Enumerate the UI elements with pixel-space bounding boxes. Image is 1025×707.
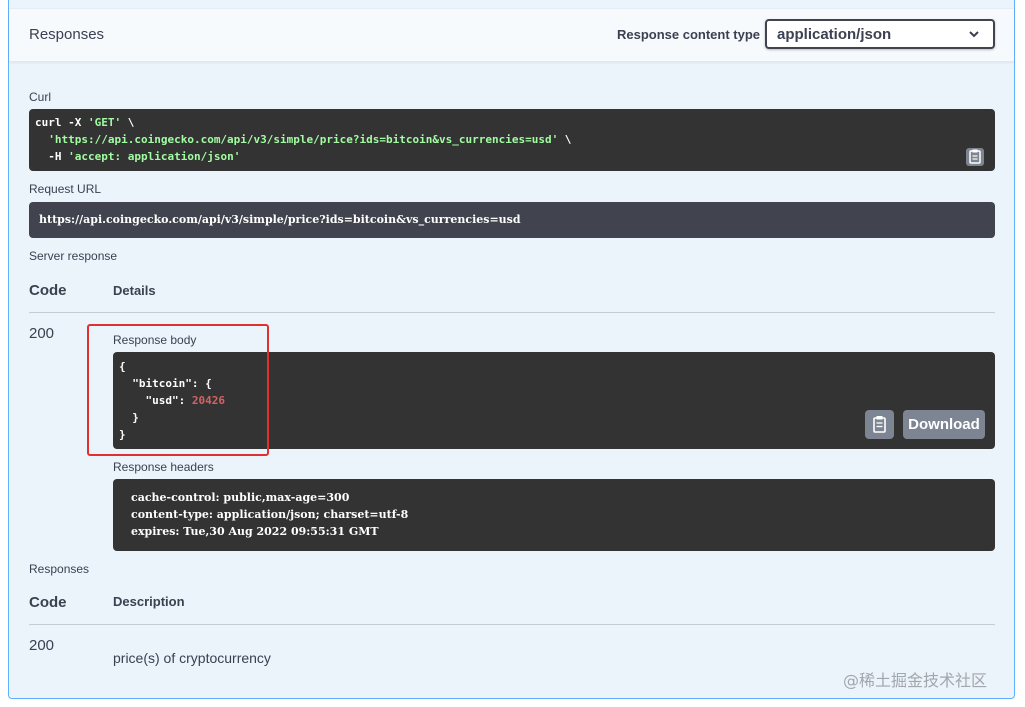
server-response-label: Server response bbox=[29, 249, 118, 263]
divider bbox=[29, 624, 995, 625]
request-url-label: Request URL bbox=[29, 182, 102, 196]
curl-line: -H 'accept: application/json' bbox=[35, 150, 241, 163]
header-line: expires: Tue,30 Aug 2022 09:55:31 GMT bbox=[131, 525, 379, 538]
col-description-header: Description bbox=[113, 594, 185, 609]
response-code: 200 bbox=[29, 325, 55, 342]
content-type-label: Response content type bbox=[617, 27, 761, 42]
curl-line: curl -X 'GET' \ bbox=[35, 116, 135, 129]
clipboard-icon bbox=[969, 149, 981, 164]
divider bbox=[29, 312, 995, 313]
copy-body-button[interactable] bbox=[865, 410, 894, 439]
curl-line: 'https://api.coingecko.com/api/v3/simple… bbox=[48, 133, 572, 146]
content-type-value: application/json bbox=[777, 26, 892, 43]
col-code-header: Code bbox=[29, 594, 67, 611]
download-button[interactable]: Download bbox=[903, 410, 985, 439]
responses-code: 200 bbox=[29, 637, 55, 654]
highlight-box bbox=[87, 324, 269, 456]
copy-curl-button[interactable] bbox=[966, 148, 984, 166]
responses-title: Responses bbox=[29, 26, 105, 43]
col-details-header: Details bbox=[113, 283, 156, 298]
responses-label: Responses bbox=[29, 562, 90, 576]
request-url-value: https://api.coingecko.com/api/v3/simple/… bbox=[39, 213, 521, 226]
responses-header: Responses Response content type applicat… bbox=[9, 8, 1014, 62]
response-headers-block: cache-control: public,max-age=300 conten… bbox=[113, 479, 995, 551]
header-line: cache-control: public,max-age=300 bbox=[131, 491, 350, 504]
header-line: content-type: application/json; charset=… bbox=[131, 508, 409, 521]
curl-code-block: curl -X 'GET' \ 'https://api.coingecko.c… bbox=[29, 109, 995, 171]
request-url-block: https://api.coingecko.com/api/v3/simple/… bbox=[29, 202, 995, 238]
responses-description: price(s) of cryptocurrency bbox=[113, 650, 271, 666]
clipboard-icon bbox=[873, 416, 886, 433]
chevron-down-icon bbox=[969, 31, 979, 38]
curl-label: Curl bbox=[29, 90, 52, 104]
response-headers-label: Response headers bbox=[113, 460, 214, 474]
col-code-header: Code bbox=[29, 282, 67, 299]
content-type-select[interactable]: application/json bbox=[765, 19, 995, 49]
watermark: @稀土掘金技术社区 bbox=[843, 671, 988, 690]
